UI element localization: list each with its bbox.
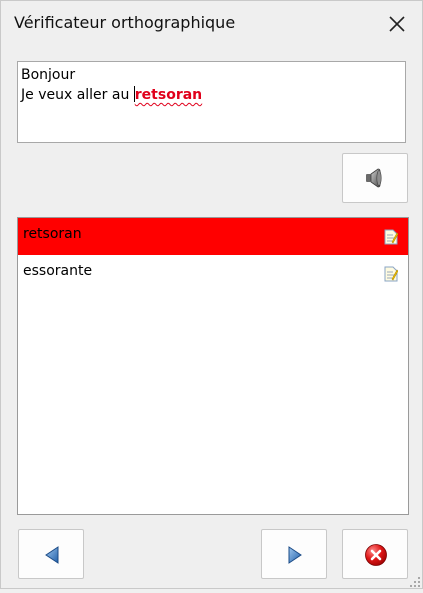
title-bar: Vérificateur orthographique	[1, 1, 422, 45]
misspelled-word[interactable]: retsoran	[135, 87, 202, 103]
document-edit-icon	[384, 229, 398, 245]
document-edit-icon	[384, 266, 398, 282]
editor-line-2: Je veux aller au retsoran	[21, 85, 402, 105]
speaker-icon	[366, 168, 382, 188]
suggestion-label: retsoran	[23, 226, 82, 242]
triangle-right-icon	[288, 546, 302, 564]
next-button[interactable]	[261, 529, 327, 579]
close-button[interactable]	[383, 10, 411, 38]
editor-line-2-text: Je veux aller au	[21, 87, 134, 103]
previous-button[interactable]	[18, 529, 84, 579]
cancel-button[interactable]	[342, 529, 408, 579]
resize-grip[interactable]	[408, 574, 422, 588]
window-title: Vérificateur orthographique	[14, 13, 236, 32]
list-item[interactable]: essorante	[18, 255, 408, 292]
close-icon	[389, 16, 405, 32]
speak-button[interactable]	[342, 153, 408, 203]
suggestion-label: essorante	[23, 263, 93, 279]
text-editor[interactable]: Bonjour Je veux aller au retsoran	[17, 61, 406, 143]
triangle-left-icon	[45, 546, 59, 564]
list-item[interactable]: retsoran	[18, 218, 408, 255]
spellchecker-window: Vérificateur orthographique Bonjour Je v…	[0, 0, 423, 589]
editor-line-1: Bonjour	[21, 67, 76, 83]
resize-grip-icon	[410, 577, 420, 587]
red-x-circle-icon	[365, 544, 387, 566]
suggestions-list[interactable]: retsoran essorante	[17, 217, 409, 515]
